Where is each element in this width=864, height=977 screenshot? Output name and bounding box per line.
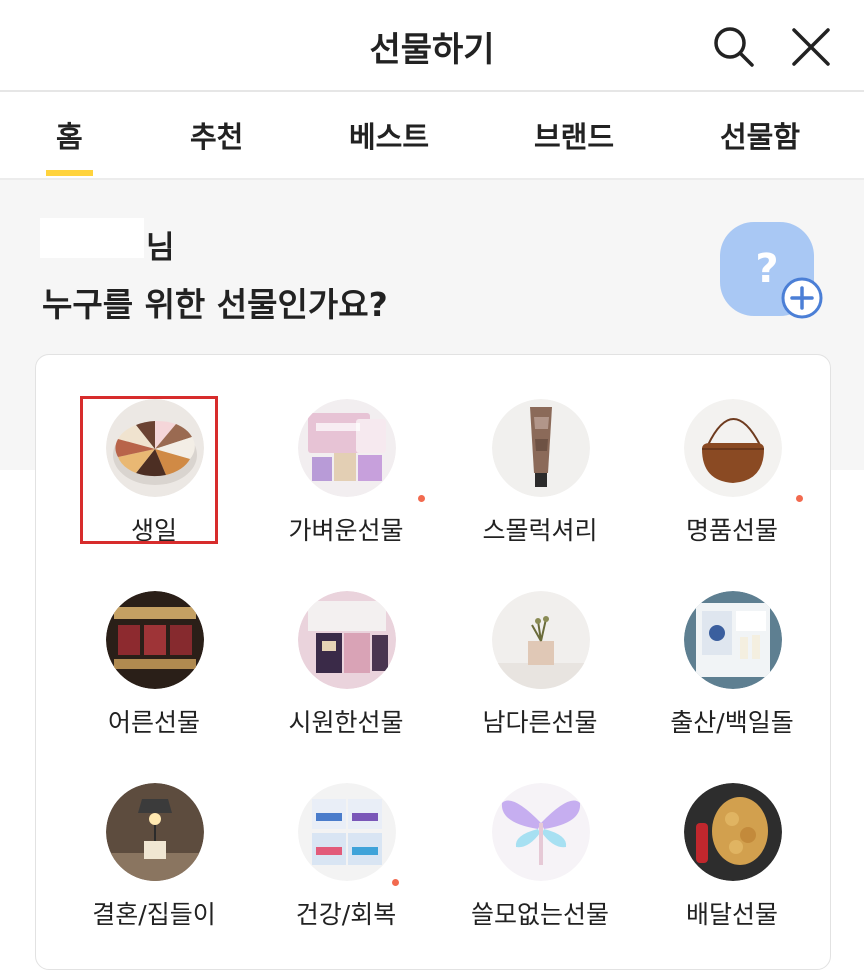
bag-thumbnail xyxy=(684,399,782,497)
tab-bar: 홈 추천 베스트 브랜드 선물함 xyxy=(0,92,864,180)
question-add-icon[interactable]: ? xyxy=(718,220,824,320)
user-name-redacted xyxy=(40,218,144,258)
category-label: 배달선물 xyxy=(685,900,778,929)
tab-gift-box[interactable]: 선물함 xyxy=(720,114,800,156)
butterfly-toy-thumbnail xyxy=(492,783,590,881)
new-dot xyxy=(418,495,425,502)
close-icon[interactable] xyxy=(788,24,834,70)
category-elder-gift[interactable]: 어른선물 xyxy=(64,591,244,741)
category-light-gift[interactable]: 가벼운선물 xyxy=(256,399,436,549)
snack-box-thumbnail xyxy=(298,399,396,497)
category-label: 남다른선물 xyxy=(482,708,598,737)
category-label: 출산/백일돌 xyxy=(670,708,794,737)
category-label: 가벼운선물 xyxy=(288,516,404,545)
selection-highlight xyxy=(80,396,218,544)
search-icon[interactable] xyxy=(711,24,757,70)
category-small-luxury[interactable]: 스몰럭셔리 xyxy=(450,399,630,549)
greeting-question: 누구를 위한 선물인가요? xyxy=(42,285,388,324)
category-label: 스몰럭셔리 xyxy=(482,516,598,545)
tab-best[interactable]: 베스트 xyxy=(349,114,429,156)
lamp-thumbnail xyxy=(106,783,204,881)
chicken-thumbnail xyxy=(684,783,782,881)
new-dot xyxy=(796,495,803,502)
category-baby-gift[interactable]: 출산/백일돌 xyxy=(642,591,822,741)
vase-thumbnail xyxy=(492,591,590,689)
category-label: 어른선물 xyxy=(107,708,200,737)
ice-cream-thumbnail xyxy=(298,591,396,689)
category-useless-gift[interactable]: 쓸모없는선물 xyxy=(450,783,630,933)
meat-box-thumbnail xyxy=(106,591,204,689)
category-label: 시원한선물 xyxy=(288,708,404,737)
category-health[interactable]: 건강/회복 xyxy=(256,783,436,933)
name-suffix: 님 xyxy=(146,230,175,266)
svg-text:?: ? xyxy=(755,246,778,292)
category-wedding[interactable]: 결혼/집들이 xyxy=(64,783,244,933)
tab-home[interactable]: 홈 xyxy=(46,114,93,176)
top-bar: 선물하기 xyxy=(0,0,864,92)
category-delivery-gift[interactable]: 배달선물 xyxy=(642,783,822,933)
category-luxury-gift[interactable]: 명품선물 xyxy=(642,399,822,549)
category-label: 쓸모없는선물 xyxy=(470,900,609,929)
category-label: 결혼/집들이 xyxy=(92,900,216,929)
category-unique-gift[interactable]: 남다른선물 xyxy=(450,591,630,741)
category-label: 명품선물 xyxy=(685,516,778,545)
baby-set-thumbnail xyxy=(684,591,782,689)
supplement-thumbnail xyxy=(298,783,396,881)
tab-brand[interactable]: 브랜드 xyxy=(534,114,614,156)
tab-recommend[interactable]: 추천 xyxy=(190,114,243,156)
tube-thumbnail xyxy=(492,399,590,497)
category-cool-gift[interactable]: 시원한선물 xyxy=(256,591,436,741)
category-panel: 생일 가벼운선물 스몰럭셔리 명품선물 어른선물 시원한선물 남다른선물 출산/… xyxy=(35,354,831,970)
category-label: 건강/회복 xyxy=(295,900,397,929)
new-dot xyxy=(392,879,399,886)
